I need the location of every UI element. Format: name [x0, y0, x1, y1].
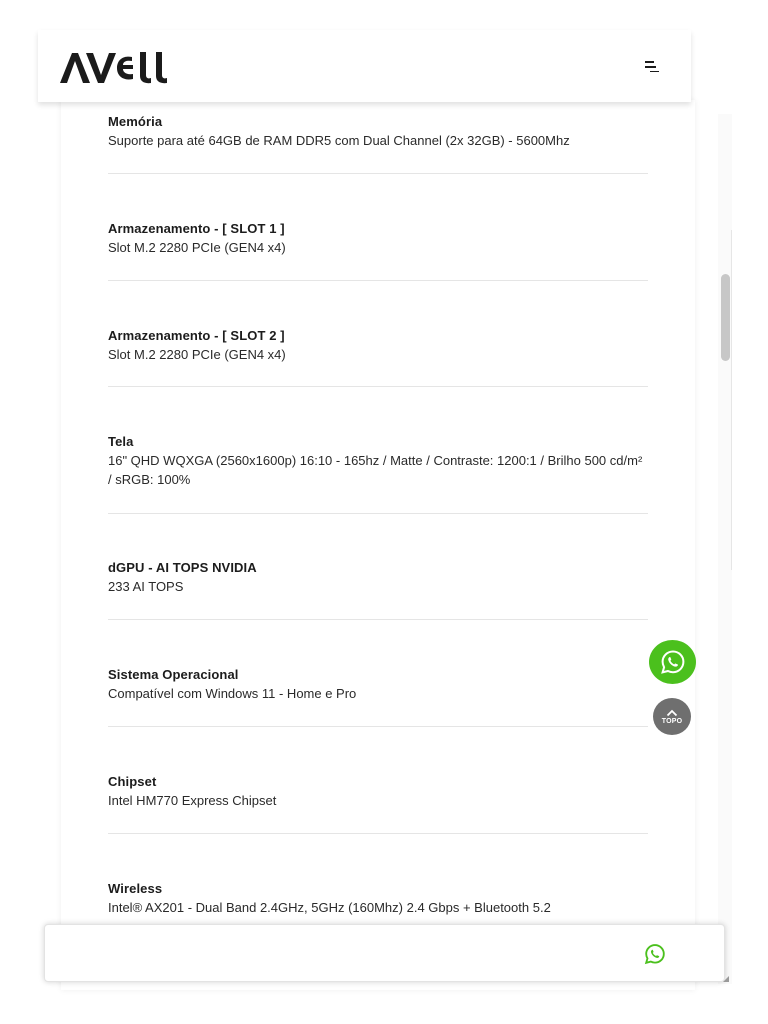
spec-value: Compatível com Windows 11 - Home e Pro — [108, 686, 357, 701]
spec-label: Chipset — [108, 774, 157, 789]
spec-item-chipset: Chipset Intel HM770 Express Chipset — [108, 772, 648, 810]
whatsapp-icon — [660, 650, 684, 674]
whatsapp-icon[interactable] — [644, 943, 666, 965]
divider — [108, 386, 648, 387]
spec-label: Tela — [108, 434, 134, 449]
back-to-top-label: TOPO — [661, 717, 683, 725]
spec-label: Sistema Operacional — [108, 667, 239, 682]
spec-value: Suporte para até 64GB de RAM DDR5 com Du… — [108, 133, 570, 148]
spec-value: 233 AI TOPS — [108, 579, 184, 594]
spec-label: Wireless — [108, 881, 163, 896]
site-header — [38, 30, 691, 102]
spec-value: 16" QHD WQXGA (2560x1600p) 16:10 - 165hz… — [108, 453, 643, 487]
spec-item-wireless: Wireless Intel® AX201 - Dual Band 2.4GHz… — [108, 879, 648, 917]
page: Memória Suporte para até 64GB de RAM DDR… — [0, 0, 768, 1024]
spec-item-tela: Tela 16" QHD WQXGA (2560x1600p) 16:10 - … — [108, 432, 648, 489]
spec-label: Armazenamento - [ SLOT 1 ] — [108, 221, 285, 236]
spec-value: Slot M.2 2280 PCIe (GEN4 x4) — [108, 347, 286, 362]
bottom-contact-bar — [44, 924, 725, 982]
divider — [108, 726, 648, 727]
scrollbar-track[interactable] — [718, 114, 732, 984]
back-to-top-button[interactable]: TOPO — [653, 698, 691, 735]
divider — [108, 619, 648, 620]
divider — [108, 280, 648, 281]
divider — [108, 173, 648, 174]
spec-item-sistema-operacional: Sistema Operacional Compatível com Windo… — [108, 665, 648, 703]
spec-label: Memória — [108, 114, 163, 129]
resize-corner-icon — [723, 976, 729, 982]
chevron-up-icon — [666, 709, 678, 716]
scrollbar-thumb[interactable] — [721, 274, 730, 361]
spec-label: dGPU - AI TOPS NVIDIA — [108, 560, 257, 575]
spec-item-armazenamento-slot-2: Armazenamento - [ SLOT 2 ] Slot M.2 2280… — [108, 326, 648, 364]
scrollbar-line — [731, 230, 732, 570]
spec-item-memoria: Memória Suporte para até 64GB de RAM DDR… — [108, 112, 648, 150]
spec-item-armazenamento-slot-1: Armazenamento - [ SLOT 1 ] Slot M.2 2280… — [108, 219, 648, 257]
divider — [108, 513, 648, 514]
divider — [108, 833, 648, 834]
spec-value: Intel® AX201 - Dual Band 2.4GHz, 5GHz (1… — [108, 900, 551, 915]
spec-item-dgpu: dGPU - AI TOPS NVIDIA 233 AI TOPS — [108, 558, 648, 596]
spec-value: Intel HM770 Express Chipset — [108, 793, 277, 808]
spec-label: Armazenamento - [ SLOT 2 ] — [108, 328, 285, 343]
whatsapp-float-button[interactable] — [649, 640, 696, 684]
spec-value: Slot M.2 2280 PCIe (GEN4 x4) — [108, 240, 286, 255]
avell-logo[interactable] — [60, 51, 172, 84]
menu-icon[interactable] — [643, 58, 663, 78]
